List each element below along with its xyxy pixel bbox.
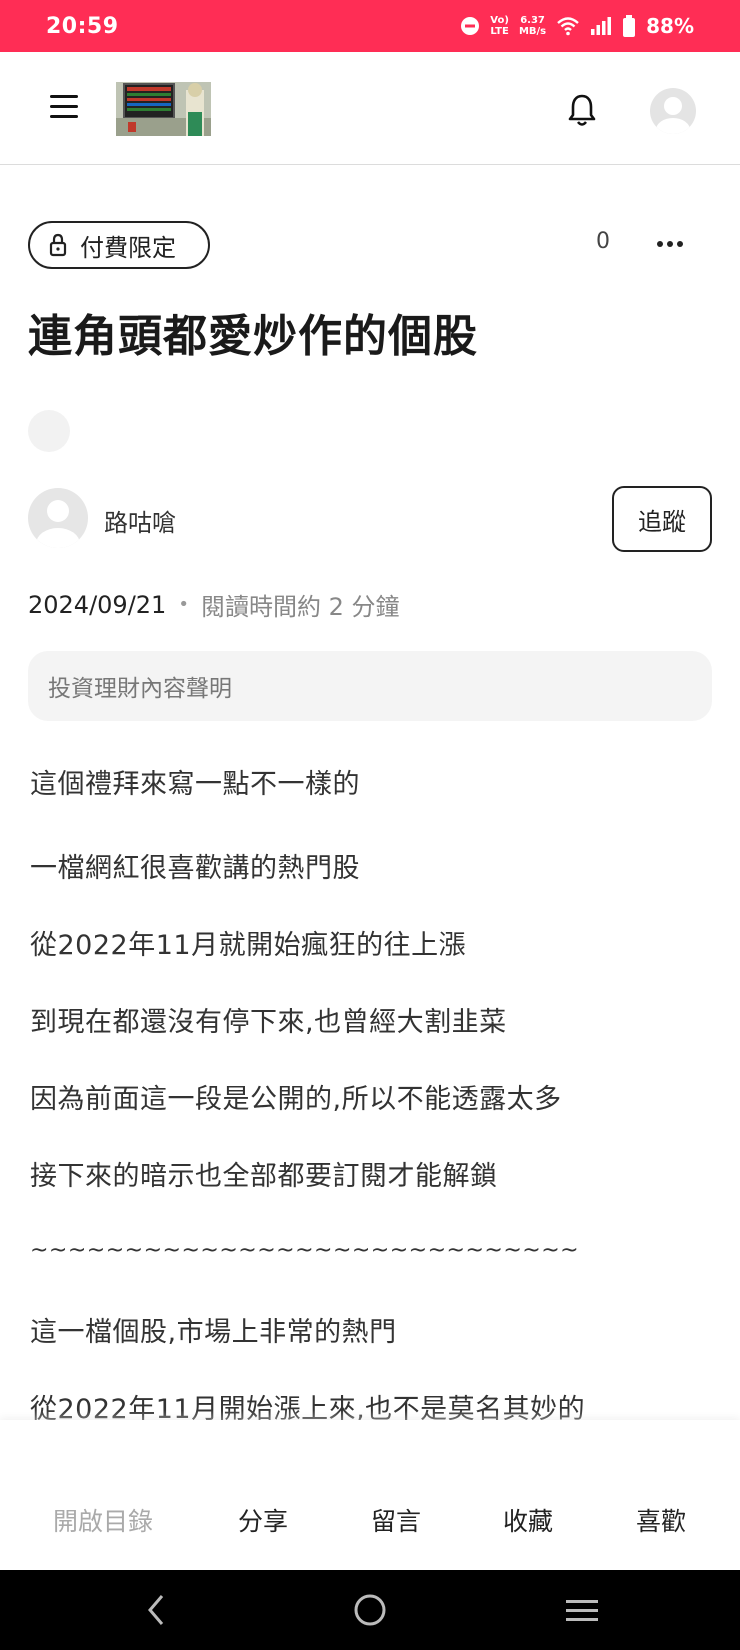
status-bar: 20:59 Vo) LTE 6.37 MB/s 88% bbox=[0, 0, 740, 52]
system-nav-bar bbox=[0, 1570, 740, 1650]
save-button[interactable]: 收藏 bbox=[503, 1502, 553, 1538]
logo-image bbox=[116, 82, 211, 136]
paragraph: 一檔網紅很喜歡講的熱門股 bbox=[30, 853, 360, 884]
paragraph: 到現在都還沒有停下來,也曾經大割韭菜 bbox=[30, 1007, 507, 1038]
back-icon[interactable] bbox=[136, 1590, 180, 1630]
more-options-icon[interactable] bbox=[652, 226, 688, 262]
paragraph: 這個禮拜來寫一點不一樣的 bbox=[30, 769, 360, 800]
recent-apps-icon[interactable] bbox=[560, 1590, 604, 1630]
article-meta: 2024/09/21 • 閱讀時間約 2 分鐘 bbox=[28, 587, 399, 622]
investment-disclaimer[interactable]: 投資理財內容聲明 bbox=[28, 651, 712, 721]
signal-icon bbox=[591, 17, 612, 35]
wifi-icon bbox=[557, 17, 579, 36]
loading-placeholder bbox=[28, 410, 70, 452]
do-not-disturb-icon bbox=[461, 17, 480, 35]
author-avatar[interactable] bbox=[28, 488, 88, 548]
volte-indicator: Vo) LTE bbox=[490, 15, 509, 37]
site-logo[interactable] bbox=[116, 82, 211, 136]
status-time: 20:59 bbox=[46, 13, 119, 39]
home-icon[interactable] bbox=[348, 1590, 392, 1630]
lock-icon bbox=[49, 233, 67, 257]
meta-separator: • bbox=[178, 594, 189, 615]
paragraph: 接下來的暗示也全部都要訂閱才能解鎖 bbox=[30, 1161, 498, 1192]
hamburger-menu-icon[interactable] bbox=[44, 90, 84, 124]
user-avatar-icon[interactable] bbox=[650, 88, 696, 134]
read-time: 閱讀時間約 2 分鐘 bbox=[200, 593, 400, 621]
open-toc-button[interactable]: 開啟目錄 bbox=[53, 1502, 153, 1538]
app-header bbox=[0, 52, 740, 165]
battery-icon bbox=[623, 15, 636, 37]
bell-icon[interactable] bbox=[562, 90, 602, 130]
article-title: 連角頭都愛炒作的個股 bbox=[28, 311, 478, 362]
battery-level: 88% bbox=[646, 14, 694, 38]
paid-badge-label: 付費限定 bbox=[80, 233, 176, 262]
network-speed: 6.37 MB/s bbox=[518, 15, 547, 37]
paid-only-badge: 付費限定 bbox=[28, 221, 210, 269]
author-name[interactable]: 路咕嗆 bbox=[104, 503, 176, 538]
share-button[interactable]: 分享 bbox=[238, 1502, 288, 1538]
paragraph: 因為前面這一段是公開的,所以不能透露太多 bbox=[30, 1084, 562, 1115]
follow-button[interactable]: 追蹤 bbox=[612, 486, 712, 552]
paragraph: 這一檔個股,市場上非常的熱門 bbox=[30, 1317, 397, 1348]
like-button[interactable]: 喜歡 bbox=[636, 1502, 686, 1538]
publish-date: 2024/09/21 bbox=[28, 590, 167, 619]
interaction-count: 0 bbox=[596, 229, 610, 254]
divider-line: ~~~~~~~~~~~~~~~~~~~~~~~~~~~~~ bbox=[30, 1238, 580, 1263]
status-icons: Vo) LTE 6.37 MB/s 88% bbox=[460, 14, 694, 38]
comment-button[interactable]: 留言 bbox=[371, 1502, 421, 1538]
article-action-bar: 開啟目錄 分享 留言 收藏 喜歡 bbox=[0, 1420, 740, 1570]
paragraph: 從2022年11月就開始瘋狂的往上漲 bbox=[30, 930, 467, 961]
